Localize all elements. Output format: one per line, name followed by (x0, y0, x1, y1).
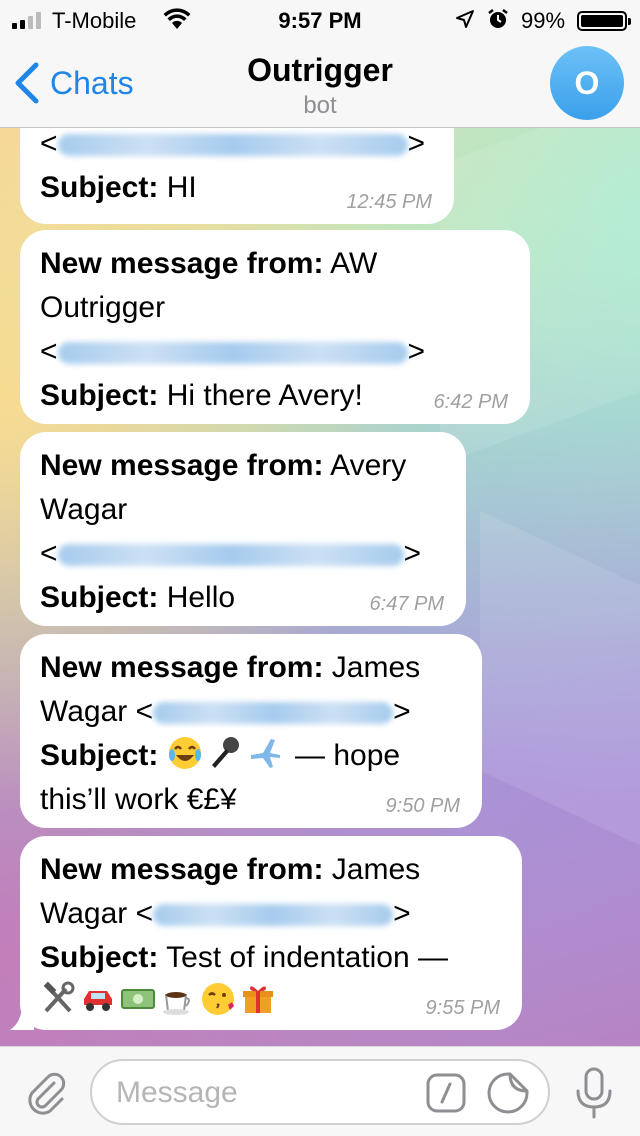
message-email-line: < > (40, 335, 426, 368)
gift-icon (243, 986, 273, 1013)
chat-title: Outrigger (247, 52, 393, 88)
paperclip-icon[interactable] (22, 1069, 70, 1117)
hammer-and-wrench-icon (43, 981, 75, 1013)
location-arrow-icon (455, 9, 475, 35)
message-from-line: New message from: Avery (40, 449, 407, 482)
dollar-banknote-icon (121, 989, 155, 1009)
message-bubble[interactable]: New message from: James Wagar < > Subject… (10, 836, 522, 1030)
message-from-name: Wagar (40, 493, 128, 526)
message-bubble[interactable]: < > Subject: HI 12:45 PM (20, 128, 454, 224)
message-email-line: < > (40, 537, 422, 570)
face-with-tears-of-joy-icon (168, 737, 201, 769)
message-from-line-2: Wagar < > (40, 695, 411, 728)
message-bubble[interactable]: New message from: Avery Wagar < > Subject… (20, 432, 466, 626)
status-bar: T-Mobile 9:57 PM 99% (0, 0, 640, 40)
car-icon (84, 991, 112, 1011)
blurred-email (57, 342, 408, 365)
message-timestamp: 6:42 PM (433, 391, 508, 413)
microphone-icon[interactable] (572, 1065, 616, 1121)
blurred-email (153, 702, 394, 725)
message-input-container[interactable] (90, 1059, 550, 1125)
message-timestamp: 6:47 PM (369, 593, 444, 615)
chat-history[interactable]: < > Subject: HI 12:45 PM New message from… (0, 128, 640, 1046)
message-from-name: Outrigger (40, 291, 166, 324)
message-subject-line: Subject: Test of indentation — (40, 941, 448, 974)
bot-avatar[interactable]: O (550, 46, 624, 120)
message-timestamp: 12:45 PM (346, 191, 432, 213)
message-timestamp: 9:55 PM (425, 997, 500, 1019)
message-timestamp: 9:50 PM (385, 795, 460, 817)
background-facet (480, 510, 640, 846)
face-blowing-kiss-icon (202, 983, 234, 1015)
message-from-line: New message from: AW (40, 247, 378, 280)
hot-beverage-icon (163, 992, 190, 1015)
bot-commands-icon[interactable] (426, 1073, 466, 1113)
microphone-icon (211, 737, 239, 768)
alarm-clock-icon (487, 8, 509, 36)
message-input[interactable] (116, 1071, 416, 1115)
sticker-icon[interactable] (486, 1071, 530, 1115)
blurred-email (57, 544, 404, 567)
blurred-email (57, 134, 408, 157)
chat-subtitle: bot (303, 92, 337, 119)
message-subject-line: Subject: — hope (40, 734, 462, 778)
battery-percentage: 99% (521, 8, 566, 33)
battery-icon (577, 11, 631, 31)
message-from-line: New message from: James (40, 651, 421, 684)
blurred-email (153, 904, 394, 927)
message-from-line-2: Wagar < > (40, 897, 411, 930)
airplane-icon (250, 739, 280, 768)
message-bubble[interactable]: New message from: James Wagar < > Subject… (20, 634, 482, 828)
message-from-line: New message from: James (40, 853, 421, 886)
message-bubble[interactable]: New message from: AW Outrigger < > Subjec… (20, 230, 530, 424)
bubble-tail (10, 1004, 34, 1030)
navigation-bar: Chats Outrigger bot O (0, 40, 640, 128)
message-composer (0, 1046, 640, 1136)
message-email-line: < > (40, 128, 426, 160)
